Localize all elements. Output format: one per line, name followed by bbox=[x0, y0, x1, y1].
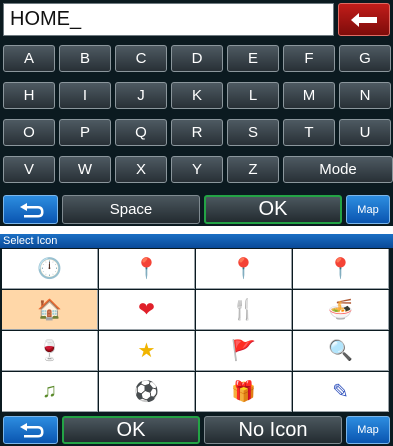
star-icon: ★ bbox=[137, 340, 156, 362]
purple-pin-icon: 📍 bbox=[328, 258, 353, 280]
key-x[interactable]: X bbox=[115, 156, 167, 183]
heart-icon: ❤ bbox=[138, 299, 155, 321]
name-input[interactable]: HOME_ bbox=[3, 3, 334, 36]
key-b[interactable]: B bbox=[59, 45, 111, 72]
icon-picker-title: Select Icon bbox=[0, 234, 393, 248]
blue-pin-icon: 📍 bbox=[134, 258, 159, 280]
input-row: HOME_ bbox=[0, 0, 393, 42]
key-z[interactable]: Z bbox=[227, 156, 279, 183]
icon-option[interactable]: 📍 bbox=[196, 249, 292, 289]
icon-option[interactable]: ♫ bbox=[2, 372, 98, 412]
key-y[interactable]: Y bbox=[171, 156, 223, 183]
key-j[interactable]: J bbox=[115, 82, 167, 109]
back-button[interactable] bbox=[3, 195, 58, 224]
backspace-button[interactable] bbox=[338, 3, 390, 36]
key-v[interactable]: V bbox=[3, 156, 55, 183]
return-arrow-icon bbox=[19, 423, 43, 438]
key-a[interactable]: A bbox=[3, 45, 55, 72]
icon-picker-panel: Select Icon 🕛 📍 📍 📍 🏠 ❤ 🍴 🍜 🍷 ★ 🚩 🔍 ♫ ⚽ 🎁 ✎ OK No Icon … bbox=[0, 234, 393, 446]
map-button[interactable]: Map bbox=[346, 416, 390, 444]
house-icon: 🏠 bbox=[37, 299, 62, 321]
map-button[interactable]: Map bbox=[346, 195, 390, 224]
key-h[interactable]: H bbox=[3, 82, 55, 109]
icon-option[interactable]: 🎁 bbox=[196, 372, 292, 412]
left-arrow-icon bbox=[351, 12, 377, 27]
wine-bottle-icon: 🍷 bbox=[37, 340, 62, 362]
icon-option[interactable]: 🔍 bbox=[293, 331, 389, 371]
key-f[interactable]: F bbox=[283, 45, 335, 72]
food-bowl-icon: 🍜 bbox=[328, 299, 353, 321]
key-i[interactable]: I bbox=[59, 82, 111, 109]
fork-knife-icon: 🍴 bbox=[231, 299, 256, 321]
icon-option[interactable]: ⚽ bbox=[99, 372, 195, 412]
key-o[interactable]: O bbox=[3, 119, 55, 146]
key-l[interactable]: L bbox=[227, 82, 279, 109]
music-note-icon: ♫ bbox=[42, 380, 57, 402]
key-s[interactable]: S bbox=[227, 119, 279, 146]
pencil-icon: ✎ bbox=[332, 381, 349, 403]
icon-option[interactable]: 🕛 bbox=[2, 249, 98, 289]
red-pin-icon: 📍 bbox=[231, 258, 256, 280]
key-r[interactable]: R bbox=[171, 119, 223, 146]
ok-button[interactable]: OK bbox=[62, 416, 200, 444]
clock-yellow-pin-icon: 🕛 bbox=[37, 258, 62, 280]
key-g[interactable]: G bbox=[339, 45, 391, 72]
key-w[interactable]: W bbox=[59, 156, 111, 183]
return-arrow-icon bbox=[19, 202, 43, 217]
mode-key[interactable]: Mode bbox=[283, 156, 393, 183]
icon-option[interactable]: 🍜 bbox=[293, 290, 389, 330]
icon-option[interactable]: 🍷 bbox=[2, 331, 98, 371]
icon-option[interactable]: 📍 bbox=[293, 249, 389, 289]
red-flag-icon: 🚩 bbox=[231, 340, 256, 362]
key-m[interactable]: M bbox=[283, 82, 335, 109]
icon-option[interactable]: 📍 bbox=[99, 249, 195, 289]
icon-grid: 🕛 📍 📍 📍 🏠 ❤ 🍴 🍜 🍷 ★ 🚩 🔍 ♫ ⚽ 🎁 ✎ bbox=[2, 249, 391, 413]
key-t[interactable]: T bbox=[283, 119, 335, 146]
gift-icon: 🎁 bbox=[231, 381, 256, 403]
magnifier-icon: 🔍 bbox=[328, 340, 353, 362]
key-d[interactable]: D bbox=[171, 45, 223, 72]
space-key[interactable]: Space bbox=[62, 195, 200, 224]
key-e[interactable]: E bbox=[227, 45, 279, 72]
icon-option[interactable]: 🚩 bbox=[196, 331, 292, 371]
key-c[interactable]: C bbox=[115, 45, 167, 72]
icon-option[interactable]: ✎ bbox=[293, 372, 389, 412]
keyboard-panel: HOME_ A B C D E F G H I J K L M N O P Q R S T U V W X Y Z Mode Spa… bbox=[0, 0, 393, 226]
key-n[interactable]: N bbox=[339, 82, 391, 109]
back-button[interactable] bbox=[3, 416, 58, 444]
no-icon-button[interactable]: No Icon bbox=[204, 416, 342, 444]
soccer-ball-icon: ⚽ bbox=[134, 381, 159, 403]
key-q[interactable]: Q bbox=[115, 119, 167, 146]
key-u[interactable]: U bbox=[339, 119, 391, 146]
key-p[interactable]: P bbox=[59, 119, 111, 146]
icon-option[interactable]: 🏠 bbox=[2, 290, 98, 330]
icon-option[interactable]: ❤ bbox=[99, 290, 195, 330]
icon-option[interactable]: 🍴 bbox=[196, 290, 292, 330]
key-k[interactable]: K bbox=[171, 82, 223, 109]
icon-option[interactable]: ★ bbox=[99, 331, 195, 371]
ok-button[interactable]: OK bbox=[204, 195, 342, 224]
